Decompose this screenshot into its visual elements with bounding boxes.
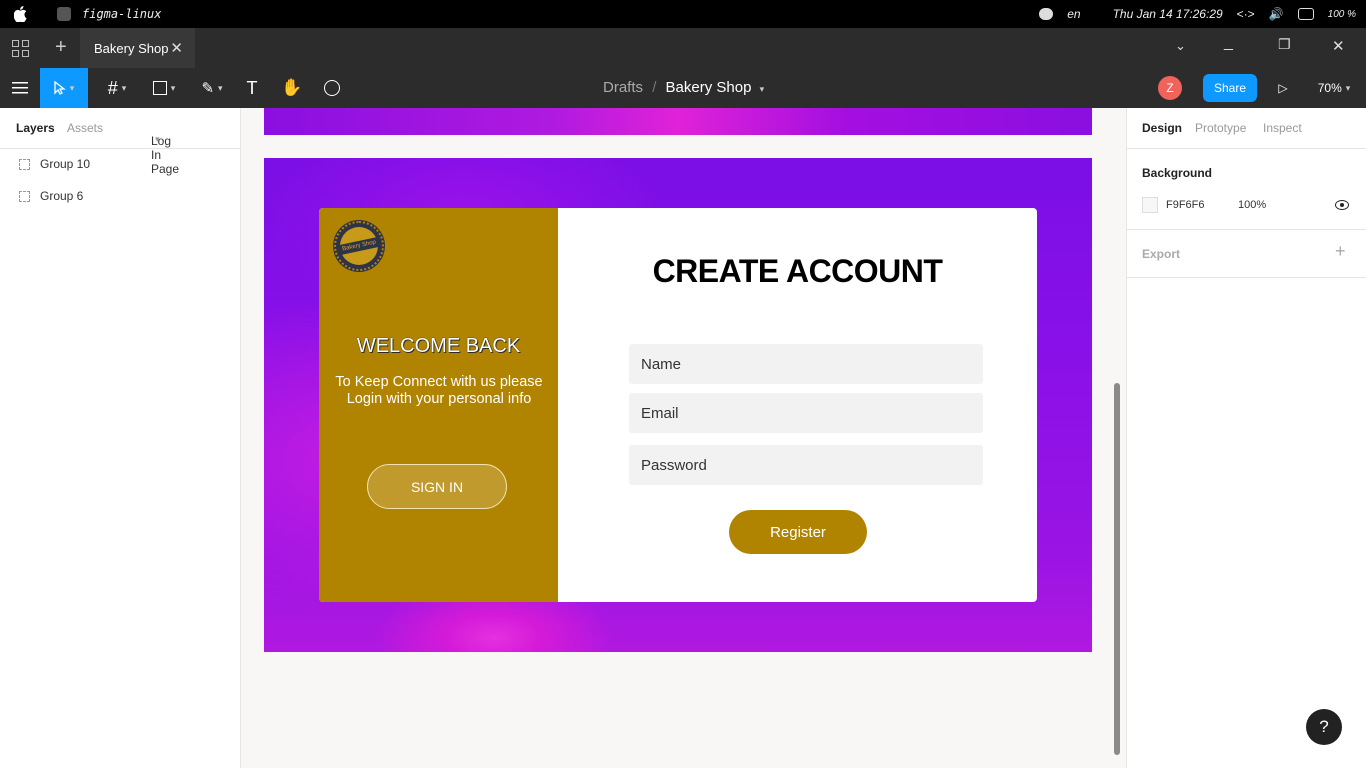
tab-bakery-shop[interactable]: Bakery Shop ✕ <box>80 28 195 68</box>
zoom-level: 70% <box>1317 81 1342 95</box>
background-opacity[interactable]: 100% <box>1238 199 1266 211</box>
bakery-logo[interactable]: Bakery Shop <box>334 221 384 271</box>
visibility-eye-icon[interactable] <box>1335 200 1349 210</box>
frame-above[interactable] <box>264 108 1092 135</box>
layer-group-10[interactable]: Group 10 <box>0 148 240 180</box>
right-panel-tabs: Design Prototype Inspect <box>1127 108 1366 149</box>
language-indicator[interactable]: en <box>1067 7 1080 21</box>
breadcrumb-separator: / <box>652 79 657 96</box>
left-panel-tabs: Layers Assets Log In Page ▾ <box>0 108 240 176</box>
rectangle-icon <box>152 81 167 95</box>
move-tool[interactable]: ▾ <box>40 68 88 108</box>
tab-inspect[interactable]: Inspect <box>1263 121 1302 135</box>
export-heading: Export <box>1142 247 1181 261</box>
close-window-icon[interactable]: ✕ <box>1332 37 1345 55</box>
volume-icon[interactable]: 🔊 <box>1269 7 1284 21</box>
background-color-value[interactable]: F9F6F6 <box>1166 199 1205 211</box>
frame-icon: # <box>107 77 118 98</box>
comment-icon <box>324 80 340 96</box>
system-bar: figma-linux en Thu Jan 14 17:26:29 <·> 🔊… <box>0 0 1366 28</box>
welcome-subtitle-line-1: To Keep Connect with us please <box>335 374 543 390</box>
tab-assets[interactable]: Assets <box>67 121 103 135</box>
login-frame[interactable]: Bakery Shop WELCOME BACK To Keep Connect… <box>264 158 1092 652</box>
breadcrumb-drafts[interactable]: Drafts <box>603 79 643 96</box>
help-button[interactable]: ? <box>1306 709 1342 745</box>
comment-tool[interactable] <box>320 68 344 108</box>
welcome-subtitle-line-2: Login with your personal info <box>346 391 532 407</box>
email-field[interactable] <box>629 393 983 433</box>
file-menu-chevron-icon[interactable]: ▾ <box>760 84 765 94</box>
avatar[interactable]: Z <box>1158 76 1182 100</box>
chevron-down-icon[interactable]: ⌄ <box>1175 38 1186 54</box>
layer-label: Group 6 <box>40 189 84 203</box>
canvas[interactable]: Bakery Shop WELCOME BACK To Keep Connect… <box>241 108 1125 768</box>
battery-level: 100 % <box>1327 8 1356 20</box>
app-name: figma-linux <box>82 7 162 21</box>
welcome-panel[interactable]: Bakery Shop WELCOME BACK To Keep Connect… <box>319 208 558 602</box>
frame-tool[interactable]: # ▾ <box>100 68 134 108</box>
apple-icon[interactable] <box>14 6 28 22</box>
layers-panel: Layers Assets Log In Page ▾ Group 10 Gro… <box>0 108 241 768</box>
add-export-icon[interactable]: + <box>1335 241 1346 262</box>
divider <box>1127 277 1366 278</box>
page-chevron-icon: ▾ <box>155 134 160 144</box>
figma-app-icon <box>57 7 71 21</box>
welcome-title[interactable]: WELCOME BACK <box>319 335 558 358</box>
minimize-icon[interactable]: _ <box>1224 34 1233 52</box>
text-icon: T <box>246 77 258 98</box>
properties-panel: Design Prototype Inspect Background F9F6… <box>1126 108 1366 768</box>
pen-icon: ✎ <box>201 80 215 97</box>
play-icon: ▷ <box>1278 81 1288 95</box>
hand-tool[interactable]: ✋ <box>280 68 304 108</box>
tab-layers[interactable]: Layers <box>16 121 55 135</box>
layer-group-6[interactable]: Group 6 <box>0 180 240 212</box>
group-icon <box>19 190 30 202</box>
new-tab-icon[interactable]: + <box>55 36 67 59</box>
auth-card[interactable]: Bakery Shop WELCOME BACK To Keep Connect… <box>319 208 1037 602</box>
network-icon[interactable]: <·> <box>1237 7 1255 21</box>
divider <box>1127 229 1366 230</box>
breadcrumb: Drafts / Bakery Shop ▾ <box>603 79 764 96</box>
share-button[interactable]: Share <box>1203 74 1257 102</box>
welcome-subtitle[interactable]: To Keep Connect with us please Login wit… <box>329 374 549 408</box>
create-account-title[interactable]: CREATE ACCOUNT <box>558 253 1037 290</box>
password-field[interactable] <box>629 445 983 485</box>
background-swatch[interactable] <box>1142 197 1158 213</box>
register-button[interactable]: Register <box>729 510 867 554</box>
logo-inner: Bakery Shop <box>338 227 380 265</box>
shape-tool[interactable]: ▾ <box>146 68 182 108</box>
close-tab-icon[interactable]: ✕ <box>170 39 183 57</box>
main-menu-icon[interactable] <box>8 68 32 108</box>
tab-title: Bakery Shop <box>94 40 169 56</box>
canvas-scrollbar[interactable] <box>1114 383 1120 755</box>
logo-badge-text: Bakery Shop <box>338 236 380 256</box>
layer-label: Group 10 <box>40 157 91 171</box>
hand-icon: ✋ <box>281 78 303 97</box>
file-name[interactable]: Bakery Shop <box>666 79 752 96</box>
pen-tool[interactable]: ✎ ▾ <box>194 68 230 108</box>
sign-in-button[interactable]: SIGN IN <box>367 464 507 509</box>
tab-prototype[interactable]: Prototype <box>1195 121 1246 135</box>
zoom-control[interactable]: 70% ▾ <box>1310 68 1358 108</box>
tab-design[interactable]: Design <box>1142 121 1182 135</box>
background-heading: Background <box>1142 166 1213 180</box>
battery-icon[interactable] <box>1297 8 1314 20</box>
grid-menu-icon[interactable] <box>12 40 29 57</box>
clock[interactable]: Thu Jan 14 17:26:29 <box>1113 7 1223 21</box>
group-icon <box>19 158 30 170</box>
cursor-icon <box>54 81 66 95</box>
text-tool[interactable]: T <box>240 68 264 108</box>
status-area: en Thu Jan 14 17:26:29 <·> 🔊 100 % <box>1039 0 1356 28</box>
name-field[interactable] <box>629 344 983 384</box>
cloud-icon[interactable] <box>1039 8 1054 20</box>
restore-icon[interactable]: ❐ <box>1278 36 1291 53</box>
tab-bar: + Bakery Shop ✕ ⌄ _ ❐ ✕ <box>0 28 1366 68</box>
present-button[interactable]: ▷ <box>1272 68 1294 108</box>
